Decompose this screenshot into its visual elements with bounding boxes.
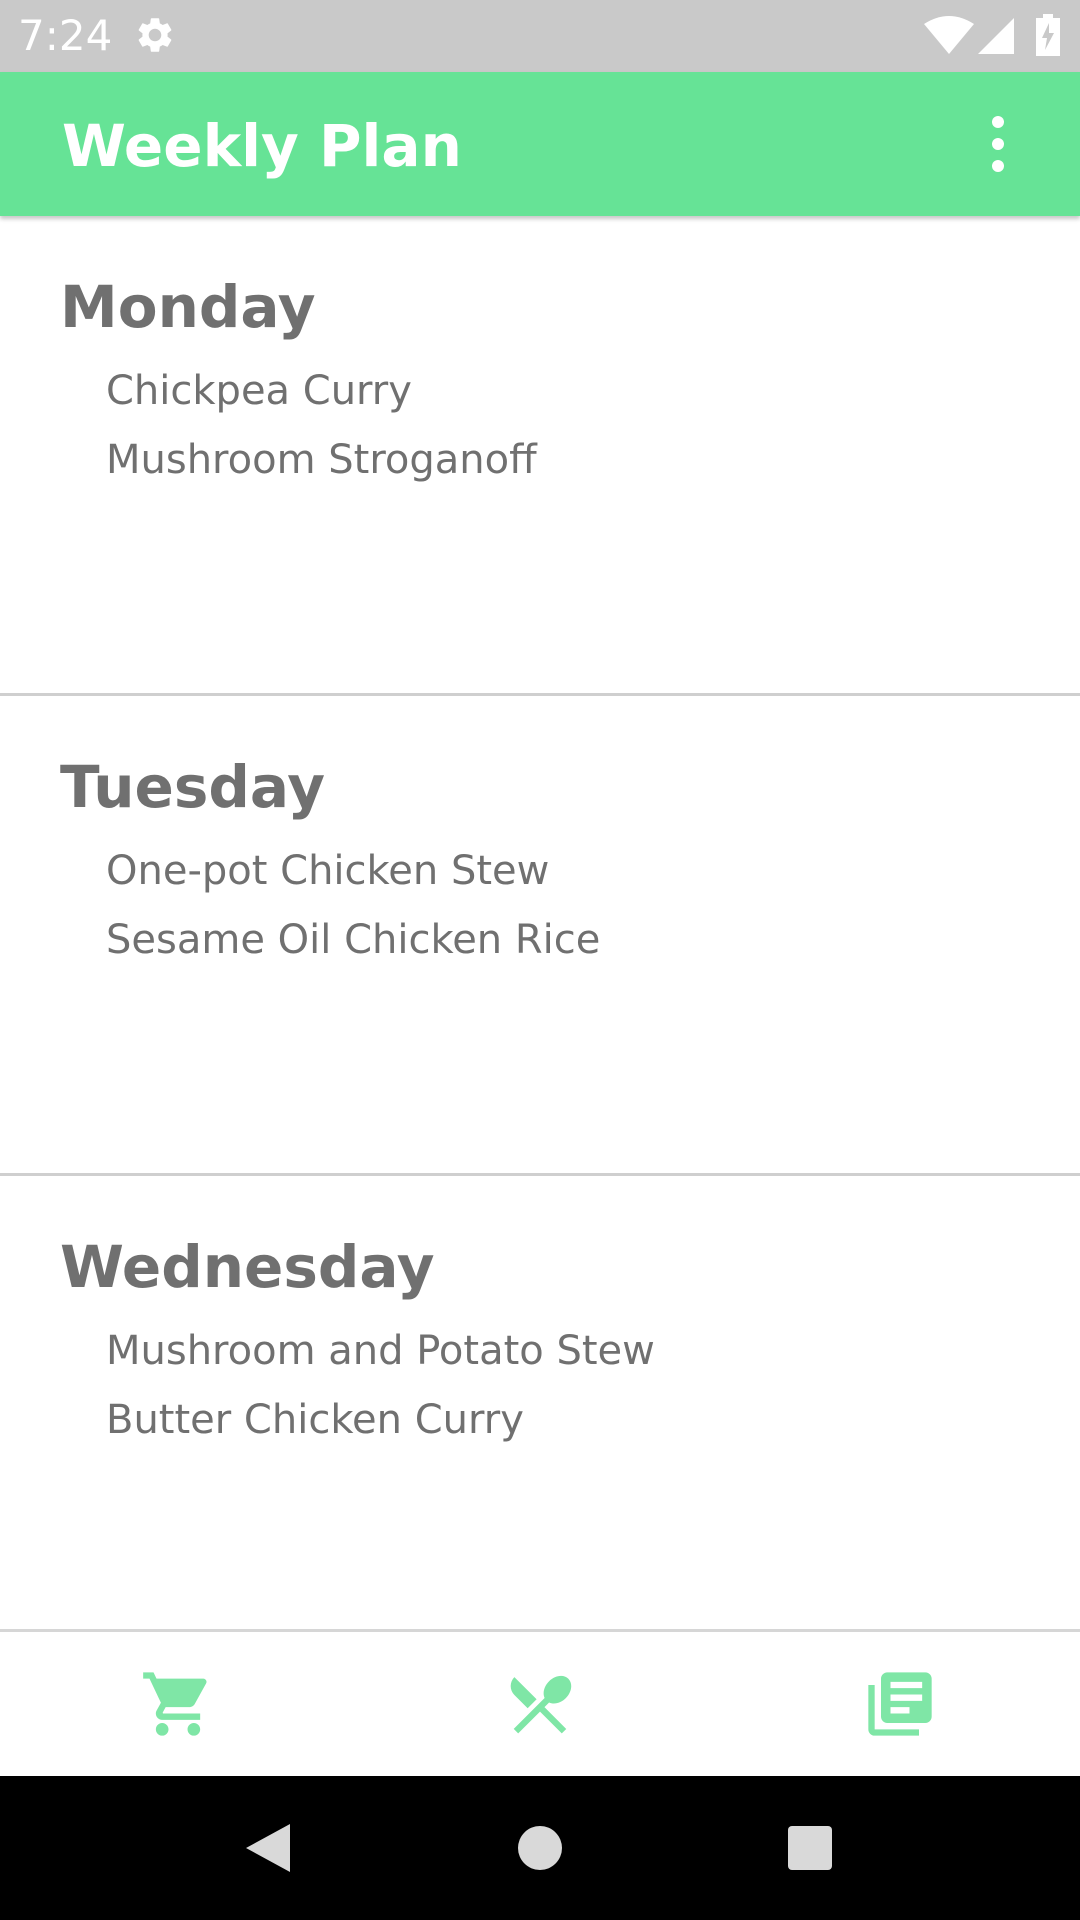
status-time: 7:24 bbox=[18, 11, 113, 60]
day-title: Monday bbox=[60, 273, 316, 341]
shopping-cart-icon[interactable] bbox=[140, 1666, 216, 1742]
day-title: Tuesday bbox=[60, 753, 326, 821]
back-icon[interactable] bbox=[238, 1816, 302, 1880]
status-bar: 7:24 bbox=[0, 0, 1080, 72]
more-vert-icon[interactable] bbox=[978, 114, 1018, 174]
meal-item[interactable]: Mushroom Stroganoff bbox=[106, 435, 537, 485]
bottom-navigation bbox=[0, 1629, 1080, 1776]
meal-item[interactable]: Sesame Oil Chicken Rice bbox=[106, 915, 600, 965]
home-icon[interactable] bbox=[508, 1816, 572, 1880]
settings-gear-icon bbox=[138, 18, 172, 52]
system-navigation-bar bbox=[0, 1776, 1080, 1920]
day-section-wednesday[interactable]: Wednesday Mushroom and Potato Stew Butte… bbox=[0, 1176, 1080, 1656]
restaurant-icon[interactable] bbox=[502, 1666, 578, 1742]
cell-signal-icon bbox=[978, 18, 1014, 54]
meal-item[interactable]: Butter Chicken Curry bbox=[106, 1395, 524, 1445]
recents-icon[interactable] bbox=[778, 1816, 842, 1880]
page-title: Weekly Plan bbox=[62, 112, 462, 180]
day-title: Wednesday bbox=[60, 1233, 435, 1301]
meal-item[interactable]: Chickpea Curry bbox=[106, 366, 412, 416]
meal-item[interactable]: One-pot Chicken Stew bbox=[106, 846, 549, 896]
meal-item[interactable]: Mushroom and Potato Stew bbox=[106, 1326, 655, 1376]
day-list: Monday Chickpea Curry Mushroom Stroganof… bbox=[0, 216, 1080, 1656]
day-section-tuesday[interactable]: Tuesday One-pot Chicken Stew Sesame Oil … bbox=[0, 696, 1080, 1176]
wifi-icon bbox=[924, 16, 974, 54]
app-bar: Weekly Plan bbox=[0, 72, 1080, 216]
day-section-monday[interactable]: Monday Chickpea Curry Mushroom Stroganof… bbox=[0, 216, 1080, 696]
battery-charging-icon bbox=[1036, 14, 1060, 56]
recipe-list-icon[interactable] bbox=[862, 1666, 938, 1742]
